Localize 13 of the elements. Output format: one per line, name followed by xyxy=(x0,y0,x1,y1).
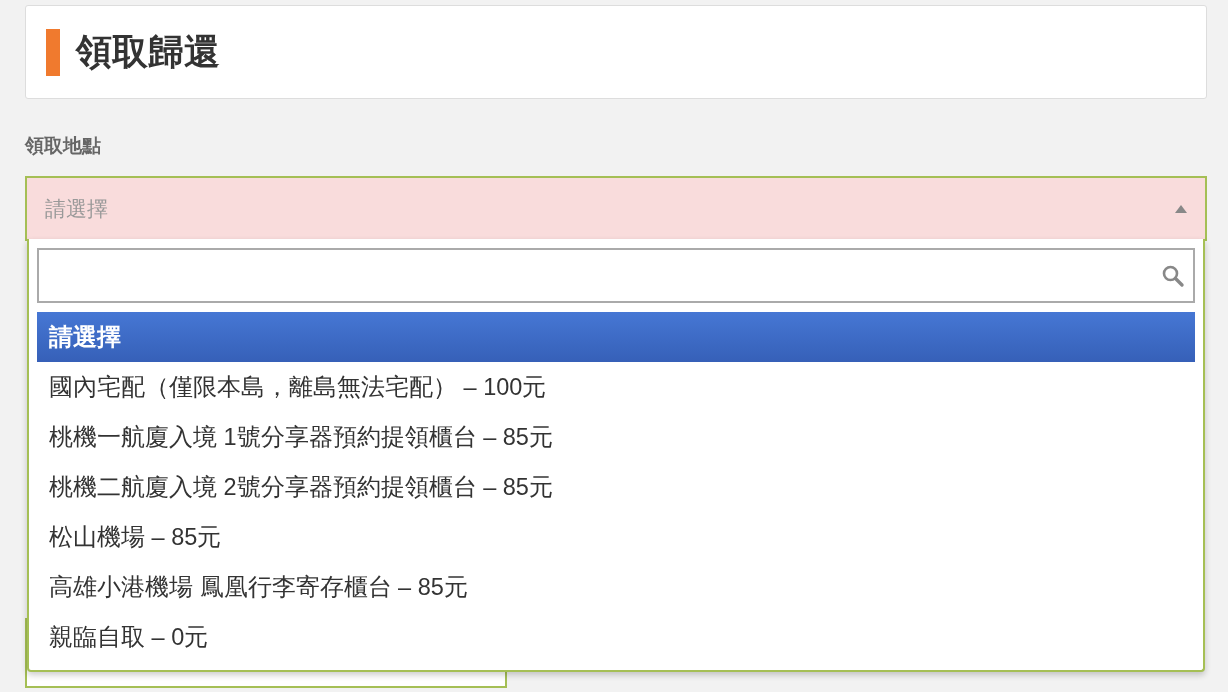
accent-bar xyxy=(46,28,60,76)
dropdown-option[interactable]: 桃機一航廈入境 1號分享器預約提領櫃台 – 85元 xyxy=(37,412,1195,462)
dropdown-option[interactable]: 桃機二航廈入境 2號分享器預約提領櫃台 – 85元 xyxy=(37,462,1195,512)
dropdown-option[interactable]: 親臨自取 – 0元 xyxy=(37,612,1195,662)
search-icon xyxy=(1161,263,1185,288)
page-title: 領取歸還 xyxy=(76,29,220,74)
caret-icon xyxy=(1175,204,1187,213)
search-field[interactable] xyxy=(37,248,1195,303)
field-label: 領取地點 xyxy=(25,134,102,158)
dropdown-option[interactable]: 國內宅配（僅限本島，離島無法宅配） – 100元 xyxy=(37,362,1195,412)
dropdown-option[interactable]: 高雄小港機場 鳳凰行李寄存櫃台 – 85元 xyxy=(37,562,1195,612)
dropdown-option[interactable]: 松山機場 – 85元 xyxy=(37,512,1195,562)
dropdown-option[interactable]: 請選擇 xyxy=(37,312,1195,362)
